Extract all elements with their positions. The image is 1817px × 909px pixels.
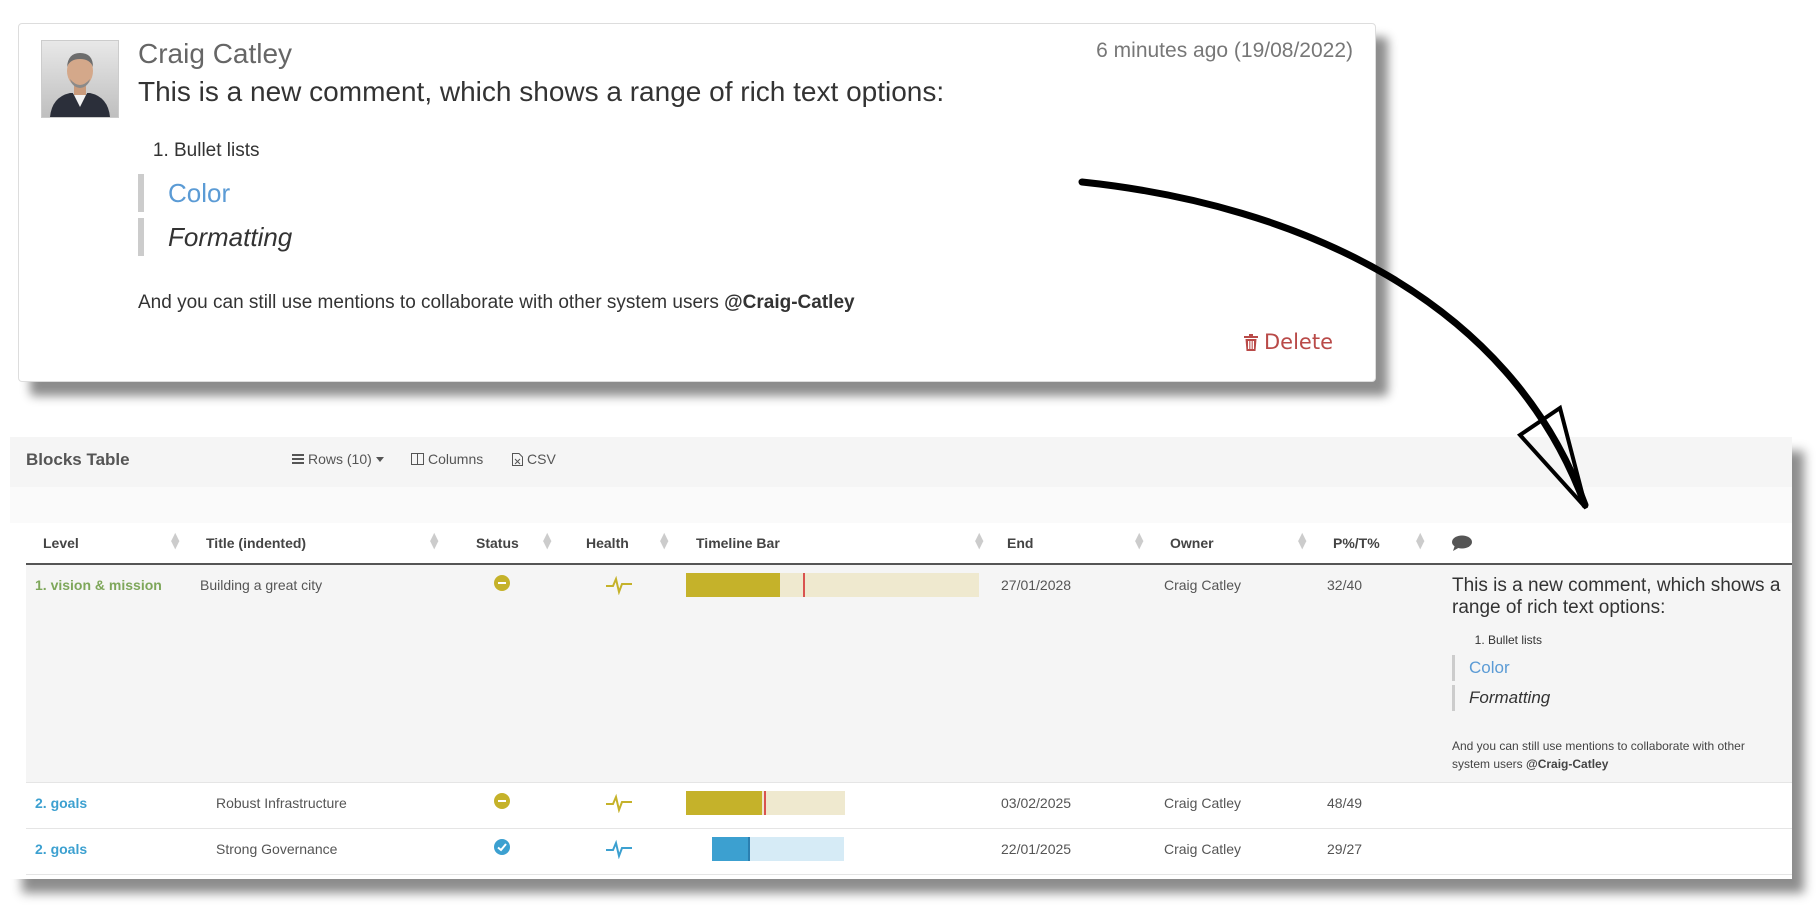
list-item: Bullet lists — [1488, 633, 1782, 647]
header-owner[interactable]: Owner — [1170, 535, 1214, 551]
delete-label: Delete — [1264, 330, 1333, 354]
list-icon — [292, 454, 304, 464]
sort-icon[interactable]: ▲ ▼ — [1135, 531, 1143, 550]
header-title[interactable]: Title (indented) — [206, 535, 306, 551]
csv-label: CSV — [527, 451, 556, 467]
header-health[interactable]: Health — [586, 535, 629, 551]
panel-header: Blocks Table Rows (10) Columns CSV — [10, 437, 1792, 487]
row-level[interactable]: 2. goals — [35, 841, 87, 857]
table-row[interactable]: 1. vision & mission Building a great cit… — [26, 565, 1792, 783]
columns-icon — [411, 453, 424, 465]
status-check-icon — [494, 839, 510, 860]
sort-icon[interactable]: ▲ ▼ — [1298, 531, 1306, 550]
list-item: Bullet lists — [174, 140, 260, 162]
comment-mentions-text: And you can still use mentions to collab… — [138, 292, 855, 314]
row-title: Building a great city — [200, 577, 323, 593]
columns-button[interactable]: Columns — [411, 451, 483, 467]
csv-button[interactable]: CSV — [512, 451, 556, 467]
panel-subheader — [10, 487, 1792, 523]
row-owner: Craig Catley — [1164, 577, 1242, 593]
delete-button[interactable]: Delete — [1244, 330, 1333, 354]
rows-dropdown[interactable]: Rows (10) — [292, 451, 384, 467]
comment-heading: This is a new comment, which shows a ran… — [138, 76, 945, 107]
timeline-progress — [686, 791, 763, 815]
sort-icon[interactable]: ▲ ▼ — [660, 531, 668, 550]
row-pt: 48/49 — [1327, 795, 1363, 811]
comment-list: Bullet lists — [174, 140, 260, 162]
sort-icon[interactable]: ▲ ▼ — [171, 531, 179, 550]
row-title: Strong Governance — [216, 841, 338, 857]
header-pt[interactable]: P%/T% — [1333, 535, 1380, 551]
timeline-time-marker — [747, 837, 750, 861]
comment-icon — [1452, 535, 1472, 556]
row-comment-mentions: And you can still use mentions to collab… — [1452, 737, 1782, 773]
comment-author: Craig Catley — [138, 38, 293, 69]
row-end-date: 27/01/2028 — [1001, 577, 1072, 593]
file-csv-icon — [512, 452, 523, 466]
header-level[interactable]: Level — [43, 535, 79, 551]
row-comment-quote-formatting: Formatting — [1452, 685, 1782, 711]
header-status[interactable]: Status — [476, 535, 519, 551]
avatar — [41, 40, 119, 118]
columns-label: Columns — [428, 451, 484, 467]
timeline-bar — [712, 837, 844, 861]
blocks-table-panel: Blocks Table Rows (10) Columns CSV Level… — [10, 437, 1792, 879]
timeline-progress — [686, 573, 780, 597]
timeline-time-marker — [763, 791, 766, 815]
health-pulse-amber-icon — [606, 575, 632, 600]
row-comment-heading: This is a new comment, which shows a ran… — [1452, 575, 1781, 618]
status-amber-icon — [494, 793, 510, 814]
status-amber-icon — [494, 575, 510, 596]
header-end[interactable]: End — [1007, 535, 1033, 551]
row-pt: 32/40 — [1327, 577, 1363, 593]
health-pulse-amber-icon — [606, 793, 632, 818]
row-level[interactable]: 1. vision & mission — [35, 577, 162, 593]
row-level[interactable]: 2. goals — [35, 795, 87, 811]
health-pulse-blue-icon — [606, 839, 632, 864]
row-title: Robust Infrastructure — [216, 795, 347, 811]
comment-quote-formatting: Formatting — [138, 218, 292, 256]
table-header: Level ▲ ▼ Title (indented) ▲ ▼ Status ▲ ▼ H… — [26, 523, 1792, 565]
comment-quote-color: Color — [138, 174, 230, 212]
caret-down-icon — [375, 456, 384, 462]
row-comment: This is a new comment, which shows a ran… — [1452, 575, 1782, 773]
row-end-date: 22/01/2025 — [1001, 841, 1072, 857]
sort-icon[interactable]: ▲ ▼ — [1416, 531, 1424, 550]
comment-timestamp: 6 minutes ago (19/08/2022) — [1096, 39, 1353, 62]
row-owner: Craig Catley — [1164, 795, 1242, 811]
rows-label: Rows (10) — [308, 451, 372, 467]
header-timeline[interactable]: Timeline Bar — [696, 535, 780, 551]
timeline-time-marker — [803, 573, 806, 597]
mention-link[interactable]: @Craig-Catley — [724, 292, 854, 313]
table-row[interactable]: 2. goals Strong Governance 22/01/2025 Cr… — [26, 829, 1792, 875]
sort-icon[interactable]: ▲ ▼ — [543, 531, 551, 550]
row-comment-quote-color: Color — [1452, 655, 1782, 681]
timeline-bar — [686, 573, 979, 597]
row-end-date: 03/02/2025 — [1001, 795, 1072, 811]
timeline-bar — [686, 791, 845, 815]
row-owner: Craig Catley — [1164, 841, 1242, 857]
mention-link[interactable]: @Craig-Catley — [1526, 757, 1608, 771]
row-comment-list: Bullet lists — [1452, 633, 1782, 647]
sort-icon[interactable]: ▲ ▼ — [430, 531, 438, 550]
sort-icon[interactable]: ▲ ▼ — [975, 531, 983, 550]
table-row[interactable]: 2. goals Robust Infrastructure 03/02/202… — [26, 783, 1792, 829]
comment-card: Craig Catley 6 minutes ago (19/08/2022) … — [18, 23, 1376, 382]
timeline-progress — [712, 837, 751, 861]
panel-title: Blocks Table — [26, 450, 130, 469]
trash-icon — [1244, 333, 1258, 351]
row-pt: 29/27 — [1327, 841, 1363, 857]
mentions-text: And you can still use mentions to collab… — [138, 292, 725, 313]
